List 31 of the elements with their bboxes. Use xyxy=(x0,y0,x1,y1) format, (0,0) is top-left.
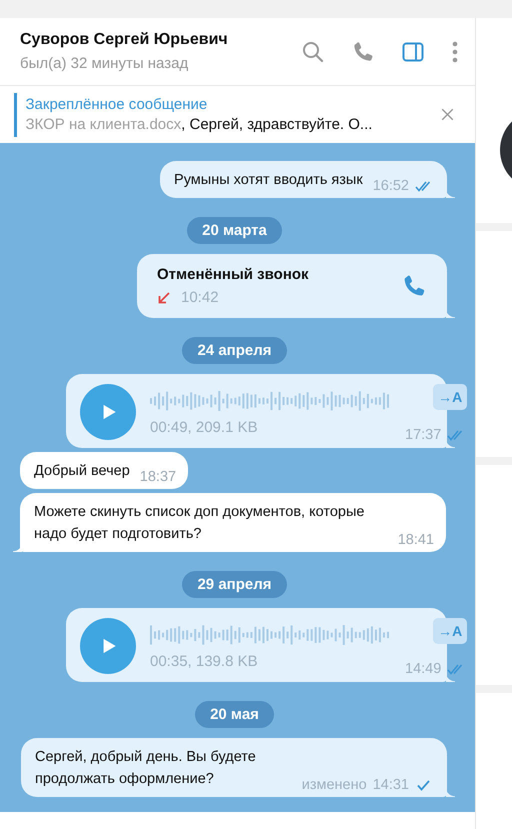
message-text: Добрый вечер xyxy=(34,462,130,481)
message-time: 14:31 xyxy=(372,777,409,793)
search-icon[interactable] xyxy=(301,40,325,64)
message-text: Сергей, добрый день. Вы будете продолжать оформление? xyxy=(35,748,257,789)
date-label: 29 апреля xyxy=(182,571,287,598)
pinned-message-preview[interactable]: ЗКОР на клиента.docx, Сергей, здравствуйте. О... xyxy=(26,116,440,133)
transcribe-button[interactable]: →A xyxy=(433,384,468,410)
pinned-title[interactable]: Закреплённое сообщение xyxy=(26,96,440,113)
date-label: 20 мая xyxy=(195,701,274,728)
edited-label: изменено xyxy=(302,777,367,793)
call-time: 10:42 xyxy=(181,289,219,306)
message-time: 18:37 xyxy=(140,469,176,485)
close-icon[interactable] xyxy=(440,107,455,122)
message-time: 16:52 xyxy=(372,178,409,194)
waveform-drawing[interactable] xyxy=(150,388,391,412)
contact-name: Суворов Сергей Юрьевич xyxy=(20,31,229,49)
more-icon[interactable] xyxy=(451,40,459,64)
message-time: 14:49 xyxy=(405,661,442,677)
voice-info: 00:35, 139.8 KB xyxy=(150,652,259,670)
transcribe-button[interactable]: →A xyxy=(433,618,468,644)
voice-info: 00:49, 209.1 KB xyxy=(150,418,259,436)
message-time: 18:41 xyxy=(398,532,434,548)
last-seen-status: был(а) 32 минуты назад xyxy=(20,55,190,72)
call-title: Отменённый звонок xyxy=(157,266,309,283)
message-text: Румыны хотят вводить язык xyxy=(174,171,363,190)
message-text: Можете скинуть список доп документов, которые надо будет подготовить? xyxy=(34,503,366,544)
date-label: 24 апреля xyxy=(182,337,287,364)
date-label: 20 марта xyxy=(187,217,282,244)
message-time: 17:37 xyxy=(405,427,442,443)
side-panel-icon[interactable] xyxy=(401,40,425,64)
waveform-drawing[interactable] xyxy=(150,622,391,646)
